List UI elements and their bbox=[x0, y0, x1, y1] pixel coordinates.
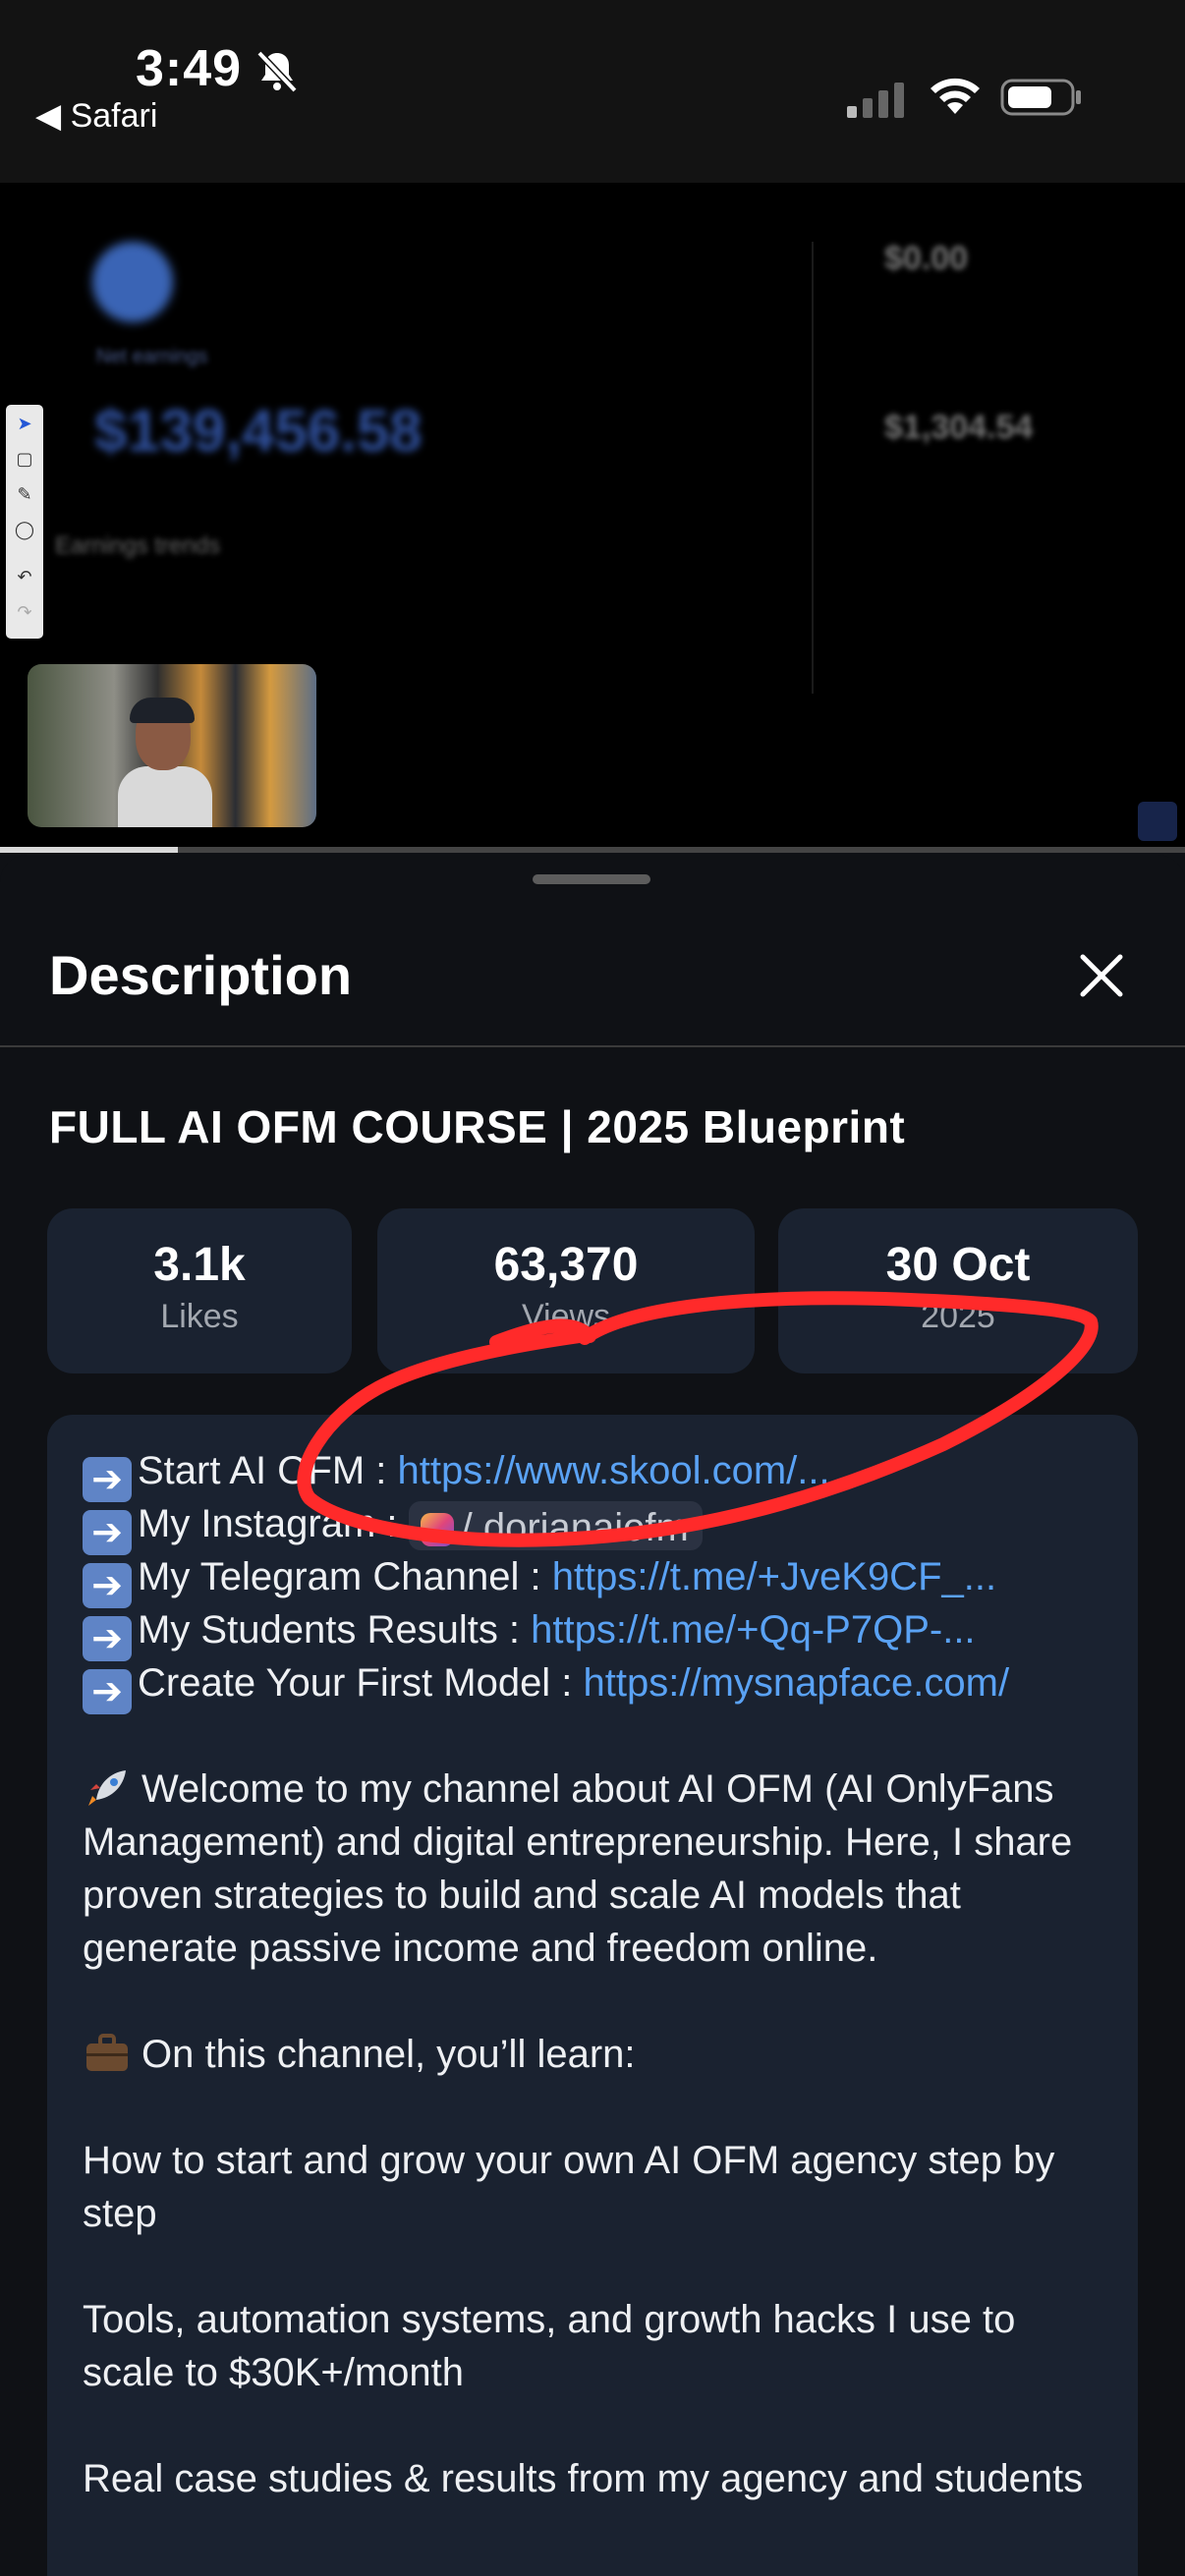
blurred-label: Net earnings bbox=[96, 346, 208, 367]
arrow-right-icon: ➔ bbox=[83, 1616, 132, 1661]
video-title: FULL AI OFM COURSE | 2025 Blueprint bbox=[49, 1101, 906, 1152]
date-stat: 30 Oct 2025 bbox=[778, 1208, 1138, 1373]
learn-heading-text: On this channel, you’ll learn: bbox=[141, 2033, 636, 2076]
webcam-overlay bbox=[28, 664, 316, 827]
results-link[interactable]: https://t.me/+Qq-P7QP-... bbox=[531, 1608, 975, 1652]
briefcase-icon bbox=[86, 2034, 128, 2071]
likes-label: Likes bbox=[160, 1298, 239, 1335]
link-label: My Instagram : bbox=[138, 1502, 409, 1545]
comment-tool-icon[interactable]: ◯ bbox=[14, 519, 35, 540]
sheet-divider bbox=[0, 1045, 1185, 1047]
likes-value: 3.1k bbox=[153, 1239, 246, 1291]
intro-text: Welcome to my channel about AI OFM (AI O… bbox=[83, 1767, 1073, 1970]
webcam-person-cap bbox=[130, 698, 195, 723]
redo-icon[interactable]: ↷ bbox=[14, 601, 35, 623]
link-row-telegram: ➔ My Telegram Channel : https://t.me/+Jve… bbox=[83, 1550, 996, 1608]
sheet-grabber[interactable] bbox=[533, 874, 650, 884]
link-label: My Telegram Channel : bbox=[138, 1555, 552, 1598]
description-body: ➔ Start AI OFM : https://www.skool.com/..… bbox=[47, 1415, 1138, 2576]
arrow-right-icon: ➔ bbox=[83, 1510, 132, 1555]
status-bar: 3:49 ◀ Safari bbox=[0, 0, 1185, 183]
views-stat: 63,370 Views bbox=[377, 1208, 755, 1373]
telegram-link[interactable]: https://t.me/+JveK9CF_... bbox=[552, 1555, 996, 1598]
skool-link[interactable]: https://www.skool.com/... bbox=[398, 1449, 830, 1492]
blurred-trends-label: Earnings trends bbox=[55, 532, 221, 559]
instagram-chip[interactable]: / dorianaiofm bbox=[408, 1501, 703, 1551]
verified-badge-blurred bbox=[92, 242, 173, 322]
link-row-model: ➔ Create Your First Model : https://mysna… bbox=[83, 1656, 1009, 1714]
blurred-earnings: $139,456.58 bbox=[94, 398, 423, 464]
blurred-divider bbox=[812, 242, 814, 694]
date-value: 30 Oct bbox=[885, 1239, 1031, 1291]
video-player[interactable]: Net earnings $139,456.58 Earnings trends… bbox=[0, 183, 1185, 851]
link-row-instagram: ➔ My Instagram : / dorianaiofm bbox=[83, 1497, 703, 1555]
status-time: 3:49 bbox=[136, 40, 243, 97]
video-corner-icon bbox=[1138, 802, 1177, 841]
arrow-right-icon: ➔ bbox=[83, 1669, 132, 1714]
link-row-results: ➔ My Students Results : https://t.me/+Qq-… bbox=[83, 1603, 976, 1661]
likes-stat: 3.1k Likes bbox=[47, 1208, 352, 1373]
webcam-person-body bbox=[118, 766, 212, 827]
blurred-right-top: $0.00 bbox=[884, 240, 969, 277]
rocket-icon bbox=[88, 1770, 126, 1806]
video-progress-fill bbox=[0, 847, 178, 853]
description-sheet: Description FULL AI OFM COURSE | 2025 Bl… bbox=[0, 855, 1185, 2576]
instagram-icon bbox=[420, 1513, 454, 1547]
undo-icon[interactable]: ↶ bbox=[14, 566, 35, 588]
intro-paragraph: Welcome to my channel about AI OFM (AI O… bbox=[83, 1763, 1104, 1975]
instagram-handle: / dorianaiofm bbox=[461, 1506, 689, 1550]
note-tool-icon[interactable]: ▢ bbox=[14, 448, 35, 470]
sheet-title: Description bbox=[49, 944, 353, 1006]
link-label: My Students Results : bbox=[138, 1608, 532, 1652]
learn-item-2: Tools, automation systems, and growth ha… bbox=[83, 2298, 1016, 2394]
link-row-start: ➔ Start AI OFM : https://www.skool.com/..… bbox=[83, 1444, 830, 1502]
blurred-right-mid: $1,304.54 bbox=[884, 409, 1034, 446]
wifi-icon bbox=[931, 78, 980, 114]
link-label: Create Your First Model : bbox=[138, 1661, 584, 1705]
link-label: Start AI OFM : bbox=[138, 1449, 398, 1492]
bell-muted-icon bbox=[256, 50, 298, 93]
arrow-right-icon: ➔ bbox=[83, 1457, 132, 1502]
learn-item-3: Real case studies & results from my agen… bbox=[83, 2457, 1084, 2500]
pointer-tool-icon[interactable]: ➤ bbox=[14, 413, 35, 434]
signal-icon bbox=[847, 83, 904, 118]
learn-heading: On this channel, you’ll learn: bbox=[83, 2028, 1104, 2081]
annotation-toolbar: ➤ ▢ ✎ ◯ ↶ ↷ bbox=[6, 405, 43, 639]
pen-tool-icon[interactable]: ✎ bbox=[14, 483, 35, 505]
snapface-link[interactable]: https://mysnapface.com/ bbox=[584, 1661, 1010, 1705]
back-to-safari-link[interactable]: ◀ Safari bbox=[35, 96, 157, 136]
date-year: 2025 bbox=[921, 1298, 995, 1335]
battery-icon bbox=[1000, 79, 1081, 116]
views-label: Views bbox=[521, 1298, 611, 1335]
views-value: 63,370 bbox=[493, 1239, 639, 1291]
arrow-right-icon: ➔ bbox=[83, 1563, 132, 1608]
learn-item-1: How to start and grow your own AI OFM ag… bbox=[83, 2139, 1055, 2235]
video-progress-bar[interactable] bbox=[0, 847, 1185, 853]
close-icon[interactable] bbox=[1071, 945, 1132, 1006]
